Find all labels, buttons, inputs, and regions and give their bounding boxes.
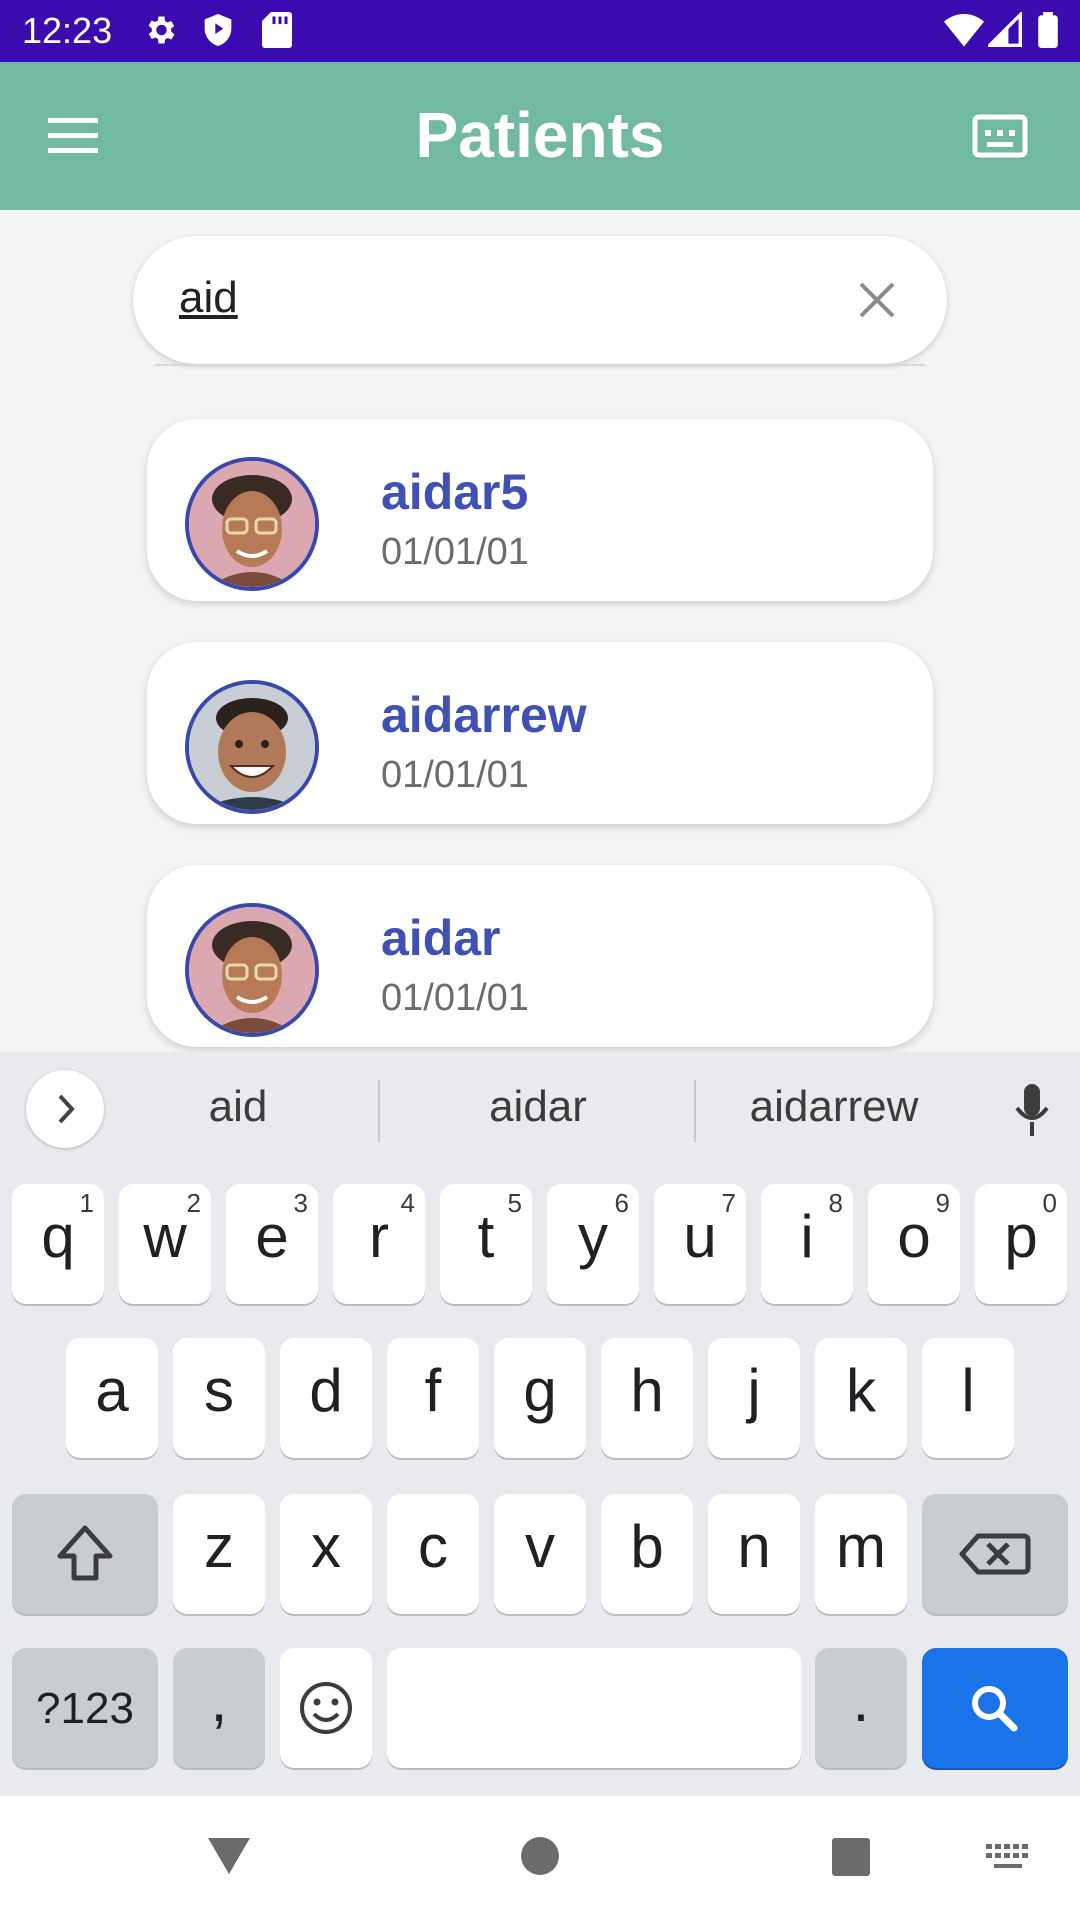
- suggestion-3[interactable]: aidarrew: [724, 1082, 944, 1132]
- status-bar: 12:23: [0, 0, 1080, 62]
- navigation-bar: [0, 1796, 1080, 1920]
- patient-name: aidarrew: [381, 687, 587, 743]
- symbols-key[interactable]: ?123: [12, 1648, 158, 1768]
- search-key[interactable]: [922, 1648, 1068, 1768]
- key-m[interactable]: m: [815, 1494, 907, 1614]
- key-f[interactable]: f: [387, 1338, 479, 1458]
- patient-name: aidar: [381, 910, 501, 966]
- patient-name: aidar5: [381, 464, 529, 520]
- shift-key[interactable]: [12, 1494, 158, 1614]
- avatar: [185, 903, 319, 1037]
- key-e[interactable]: e3: [226, 1184, 318, 1304]
- app-bar: Patients: [0, 62, 1080, 210]
- patient-card[interactable]: aidar5 01/01/01: [147, 419, 933, 601]
- patient-card[interactable]: aidar 01/01/01: [147, 865, 933, 1047]
- key-o[interactable]: o9: [868, 1184, 960, 1304]
- key-q[interactable]: q1: [12, 1184, 104, 1304]
- key-u[interactable]: u7: [654, 1184, 746, 1304]
- backspace-icon: [959, 1533, 1031, 1575]
- key-c[interactable]: c: [387, 1494, 479, 1614]
- key-r[interactable]: r4: [333, 1184, 425, 1304]
- backspace-key[interactable]: [922, 1494, 1068, 1614]
- space-key[interactable]: [387, 1648, 801, 1768]
- key-w[interactable]: w2: [119, 1184, 211, 1304]
- chevron-right-icon: [58, 1094, 75, 1124]
- key-i[interactable]: i8: [761, 1184, 853, 1304]
- avatar: [185, 680, 319, 814]
- home-icon[interactable]: [520, 1836, 560, 1876]
- key-h[interactable]: h: [601, 1338, 693, 1458]
- key-x[interactable]: x: [280, 1494, 372, 1614]
- emoji-icon: [300, 1682, 352, 1734]
- patient-date: 01/01/01: [381, 754, 529, 796]
- page-title: Patients: [415, 99, 665, 171]
- wifi-icon: [944, 14, 984, 47]
- key-s[interactable]: s: [173, 1338, 265, 1458]
- key-k[interactable]: k: [815, 1338, 907, 1458]
- search-box: [133, 236, 947, 364]
- sd-card-icon: [262, 12, 292, 48]
- suggestion-2[interactable]: aidar: [428, 1082, 648, 1132]
- back-icon[interactable]: [206, 1836, 252, 1876]
- key-a[interactable]: a: [66, 1338, 158, 1458]
- key-z[interactable]: z: [173, 1494, 265, 1614]
- shift-icon: [57, 1525, 113, 1581]
- divider: [155, 364, 925, 366]
- comma-key[interactable]: ,: [173, 1648, 265, 1768]
- period-key[interactable]: .: [815, 1648, 907, 1768]
- avatar: [185, 457, 319, 591]
- battery-icon: [1038, 12, 1058, 48]
- divider: [694, 1080, 696, 1142]
- settings-icon: [148, 16, 175, 44]
- key-p[interactable]: p0: [975, 1184, 1067, 1304]
- key-d[interactable]: d: [280, 1338, 372, 1458]
- close-icon[interactable]: [857, 280, 897, 320]
- key-v[interactable]: v: [494, 1494, 586, 1614]
- patient-card[interactable]: aidarrew 01/01/01: [147, 642, 933, 824]
- key-b[interactable]: b: [601, 1494, 693, 1614]
- keyboard-icon[interactable]: [972, 114, 1028, 158]
- expand-suggestions-button[interactable]: [26, 1070, 104, 1148]
- key-y[interactable]: y6: [547, 1184, 639, 1304]
- key-g[interactable]: g: [494, 1338, 586, 1458]
- patient-date: 01/01/01: [381, 531, 529, 573]
- patient-date: 01/01/01: [381, 977, 529, 1019]
- divider: [378, 1080, 380, 1142]
- cellular-signal-icon: [988, 12, 1022, 47]
- shield-icon: [204, 14, 232, 46]
- keyboard-switch-icon[interactable]: [986, 1844, 1030, 1874]
- suggestion-1[interactable]: aid: [148, 1082, 328, 1132]
- search-input[interactable]: [177, 262, 801, 334]
- key-t[interactable]: t5: [440, 1184, 532, 1304]
- key-l[interactable]: l: [922, 1338, 1014, 1458]
- status-time: 12:23: [22, 10, 113, 51]
- soft-keyboard: aid aidar aidarrew q1 w2 e3 r4 t5 y6 u7 …: [0, 1052, 1080, 1796]
- search-icon: [972, 1686, 1018, 1732]
- key-n[interactable]: n: [708, 1494, 800, 1614]
- microphone-icon[interactable]: [1012, 1082, 1052, 1138]
- emoji-key[interactable]: [280, 1648, 372, 1768]
- suggestion-strip: aid aidar aidarrew: [0, 1052, 1080, 1172]
- key-j[interactable]: j: [708, 1338, 800, 1458]
- recents-icon[interactable]: [832, 1838, 870, 1876]
